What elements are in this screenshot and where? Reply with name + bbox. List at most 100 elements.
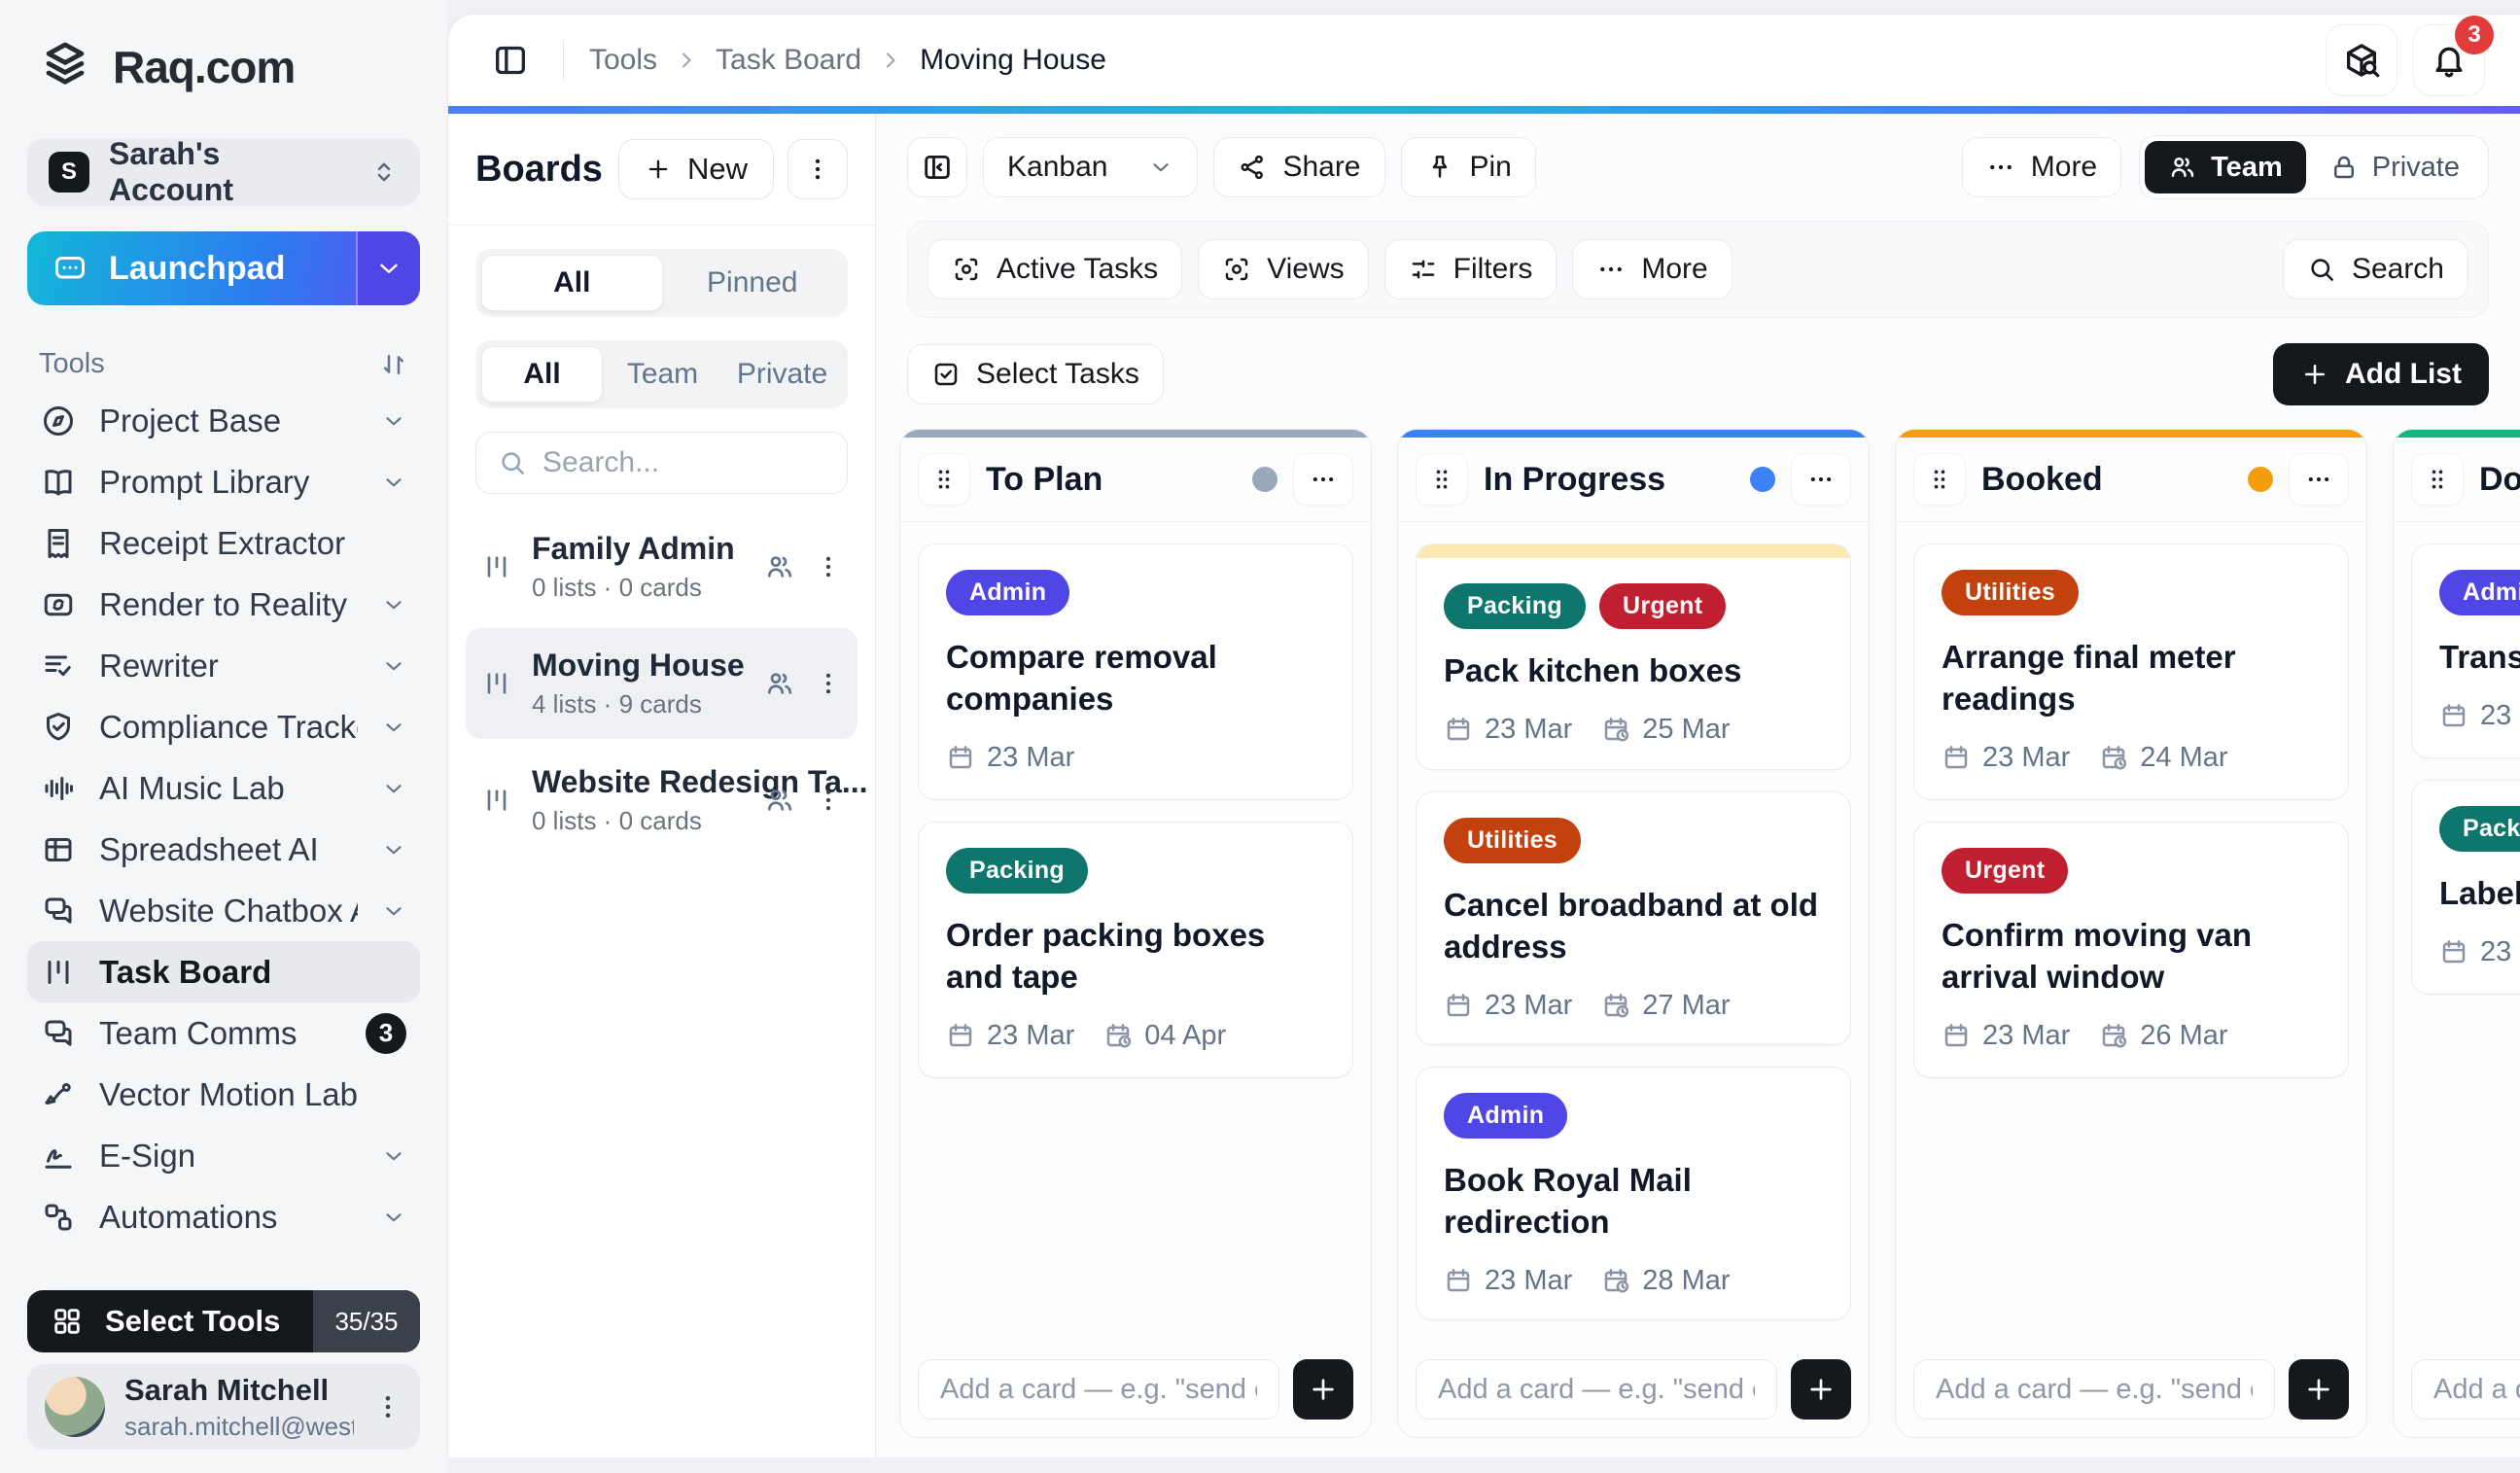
column-menu-button[interactable] xyxy=(1293,453,1353,506)
select-tasks-button[interactable]: Select Tasks xyxy=(907,344,1164,404)
tab-pinned[interactable]: Pinned xyxy=(663,255,843,311)
filters-button[interactable]: Filters xyxy=(1383,239,1558,299)
profile-card[interactable]: Sarah Mitchell sarah.mitchell@westbur... xyxy=(27,1364,420,1450)
launchpad-button[interactable]: Launchpad xyxy=(27,231,420,305)
board-item-moving-house[interactable]: Moving House 4 lists · 9 cards xyxy=(466,628,858,739)
sidebar-item-vector-motion-lab[interactable]: Vector Motion Lab xyxy=(27,1064,420,1125)
column-menu-button[interactable] xyxy=(1791,453,1851,506)
kanban-column-to-plan: To Plan Admin Compare removal companies xyxy=(899,429,1372,1438)
task-card[interactable]: Admin Transfer c 23 Mar xyxy=(2411,544,2520,758)
drag-handle-icon[interactable] xyxy=(2411,453,2464,506)
brand-logo-icon xyxy=(37,39,93,95)
add-card-input[interactable] xyxy=(2411,1359,2520,1420)
sidebar-tool-list: Project Base Prompt Library Receipt Extr… xyxy=(27,390,420,1245)
drag-handle-icon[interactable] xyxy=(1913,453,1966,506)
breadcrumb-task-board[interactable]: Task Board xyxy=(716,44,861,77)
launchpad-expand-button[interactable] xyxy=(356,231,420,305)
sidebar-item-website-chatbox-ai[interactable]: Website Chatbox AI xyxy=(27,880,420,941)
table-icon xyxy=(41,832,76,867)
receipt-icon xyxy=(41,526,76,561)
task-card[interactable]: Utilities Cancel broadband at old addres… xyxy=(1416,790,1851,1045)
column-accent-bar xyxy=(1398,430,1869,438)
card-due-date: 27 Mar xyxy=(1601,990,1731,1022)
active-tasks-button[interactable]: Active Tasks xyxy=(928,239,1183,299)
sidebar-item-project-base[interactable]: Project Base xyxy=(27,390,420,451)
sidebar-item-rewriter[interactable]: Rewriter xyxy=(27,635,420,696)
visibility-private-button[interactable]: Private xyxy=(2306,141,2483,193)
sidebar-item-task-board[interactable]: Task Board xyxy=(27,941,420,1002)
sidebar-item-prompt-library[interactable]: Prompt Library xyxy=(27,451,420,512)
task-card[interactable]: Admin Compare removal companies 23 Mar xyxy=(918,544,1353,800)
users-icon xyxy=(764,551,795,582)
task-card[interactable]: Utilities Arrange final meter readings 2… xyxy=(1913,544,2349,800)
sidebar-item-automations[interactable]: Automations xyxy=(27,1186,420,1245)
board-item-website-redesign[interactable]: Website Redesign Ta... 0 lists · 0 cards xyxy=(466,745,868,856)
tab-scope-all[interactable]: All xyxy=(481,346,603,403)
profile-menu-button[interactable] xyxy=(373,1392,402,1421)
sidebar-item-spreadsheet-ai[interactable]: Spreadsheet AI xyxy=(27,819,420,880)
select-tools-button[interactable]: Select Tools 35/35 xyxy=(27,1290,420,1352)
add-card-input[interactable] xyxy=(1416,1359,1777,1420)
drag-handle-icon[interactable] xyxy=(1416,453,1468,506)
chat-bubbles-icon xyxy=(41,1016,76,1051)
add-card-button[interactable] xyxy=(1791,1359,1851,1420)
pin-button[interactable]: Pin xyxy=(1400,137,1536,197)
board-item-menu-button[interactable] xyxy=(815,670,842,697)
add-card-button[interactable] xyxy=(1293,1359,1353,1420)
kanban-columns: To Plan Admin Compare removal companies xyxy=(876,405,2520,1457)
task-card[interactable]: Packing Urgent Pack kitchen boxes 23 Mar xyxy=(1416,544,1851,770)
add-card-input[interactable] xyxy=(918,1359,1279,1420)
column-menu-button[interactable] xyxy=(2289,453,2349,506)
notifications-button[interactable]: 3 xyxy=(2413,16,2494,96)
new-board-button[interactable]: New xyxy=(617,139,774,199)
chevron-down-icon xyxy=(381,898,406,924)
board-more-button[interactable]: More xyxy=(1961,137,2122,197)
profile-name: Sarah Mitchell xyxy=(124,1372,330,1407)
share-button[interactable]: Share xyxy=(1213,137,1385,197)
view-selector[interactable]: Kanban xyxy=(983,137,1199,197)
sidebar-item-render-to-reality[interactable]: Render to Reality xyxy=(27,574,420,635)
boards-menu-button[interactable] xyxy=(788,139,848,199)
panel-collapse-icon xyxy=(921,151,954,184)
board-item-menu-button[interactable] xyxy=(815,553,842,580)
breadcrumb-current: Moving House xyxy=(920,44,1106,76)
task-card[interactable]: Packing Label stor 23 Mar xyxy=(2411,779,2520,995)
sidebar-item-ai-music-lab[interactable]: AI Music Lab xyxy=(27,757,420,819)
tab-scope-team[interactable]: Team xyxy=(603,346,722,403)
kanban-column-in-progress: In Progress Packing Urgent Pack kitchen … xyxy=(1397,429,1870,1438)
sidebar-item-receipt-extractor[interactable]: Receipt Extractor xyxy=(27,512,420,574)
task-card[interactable]: Admin Book Royal Mail redirection 23 Mar… xyxy=(1416,1066,1851,1320)
views-button[interactable]: Views xyxy=(1198,239,1369,299)
board-item-family-admin[interactable]: Family Admin 0 lists · 0 cards xyxy=(466,511,858,622)
task-card[interactable]: Packing Order packing boxes and tape 23 … xyxy=(918,821,1353,1078)
chevron-down-icon xyxy=(1148,155,1173,180)
tab-all[interactable]: All xyxy=(481,255,663,311)
card-start-date: 23 Mar xyxy=(1942,742,2070,774)
add-card-button[interactable] xyxy=(2289,1359,2349,1420)
sidebar-item-compliance-tracker[interactable]: Compliance Tracker xyxy=(27,696,420,757)
collapse-panel-button[interactable] xyxy=(907,137,967,197)
column-title: To Plan xyxy=(986,460,1103,498)
sort-icon[interactable] xyxy=(379,350,408,379)
card-due-date: 04 Apr xyxy=(1103,1020,1226,1052)
add-card-input[interactable] xyxy=(1913,1359,2275,1420)
add-list-button[interactable]: Add List xyxy=(2273,343,2489,405)
ellipsis-icon xyxy=(1596,255,1626,284)
drag-handle-icon[interactable] xyxy=(918,453,970,506)
sidebar-item-e-sign[interactable]: E-Sign xyxy=(27,1125,420,1186)
account-switcher[interactable]: S Sarah's Account xyxy=(27,136,420,207)
boards-search-input[interactable] xyxy=(542,446,918,479)
tab-scope-private[interactable]: Private xyxy=(722,346,842,403)
search-button[interactable]: Search xyxy=(2282,239,2468,299)
visibility-team-button[interactable]: Team xyxy=(2145,141,2306,193)
package-search-button[interactable] xyxy=(2326,24,2398,96)
card-title: Book Royal Mail redirection xyxy=(1444,1161,1692,1240)
filter-more-button[interactable]: More xyxy=(1572,239,1732,299)
task-card[interactable]: Urgent Confirm moving van arrival window… xyxy=(1913,821,2349,1078)
users-icon xyxy=(764,668,795,699)
calendar-icon xyxy=(1444,1266,1473,1295)
breadcrumb-tools[interactable]: Tools xyxy=(589,44,657,77)
sidebar-item-team-comms[interactable]: Team Comms 3 xyxy=(27,1002,420,1064)
board-item-menu-button[interactable] xyxy=(815,787,842,814)
sidebar-toggle-icon[interactable] xyxy=(483,33,538,88)
